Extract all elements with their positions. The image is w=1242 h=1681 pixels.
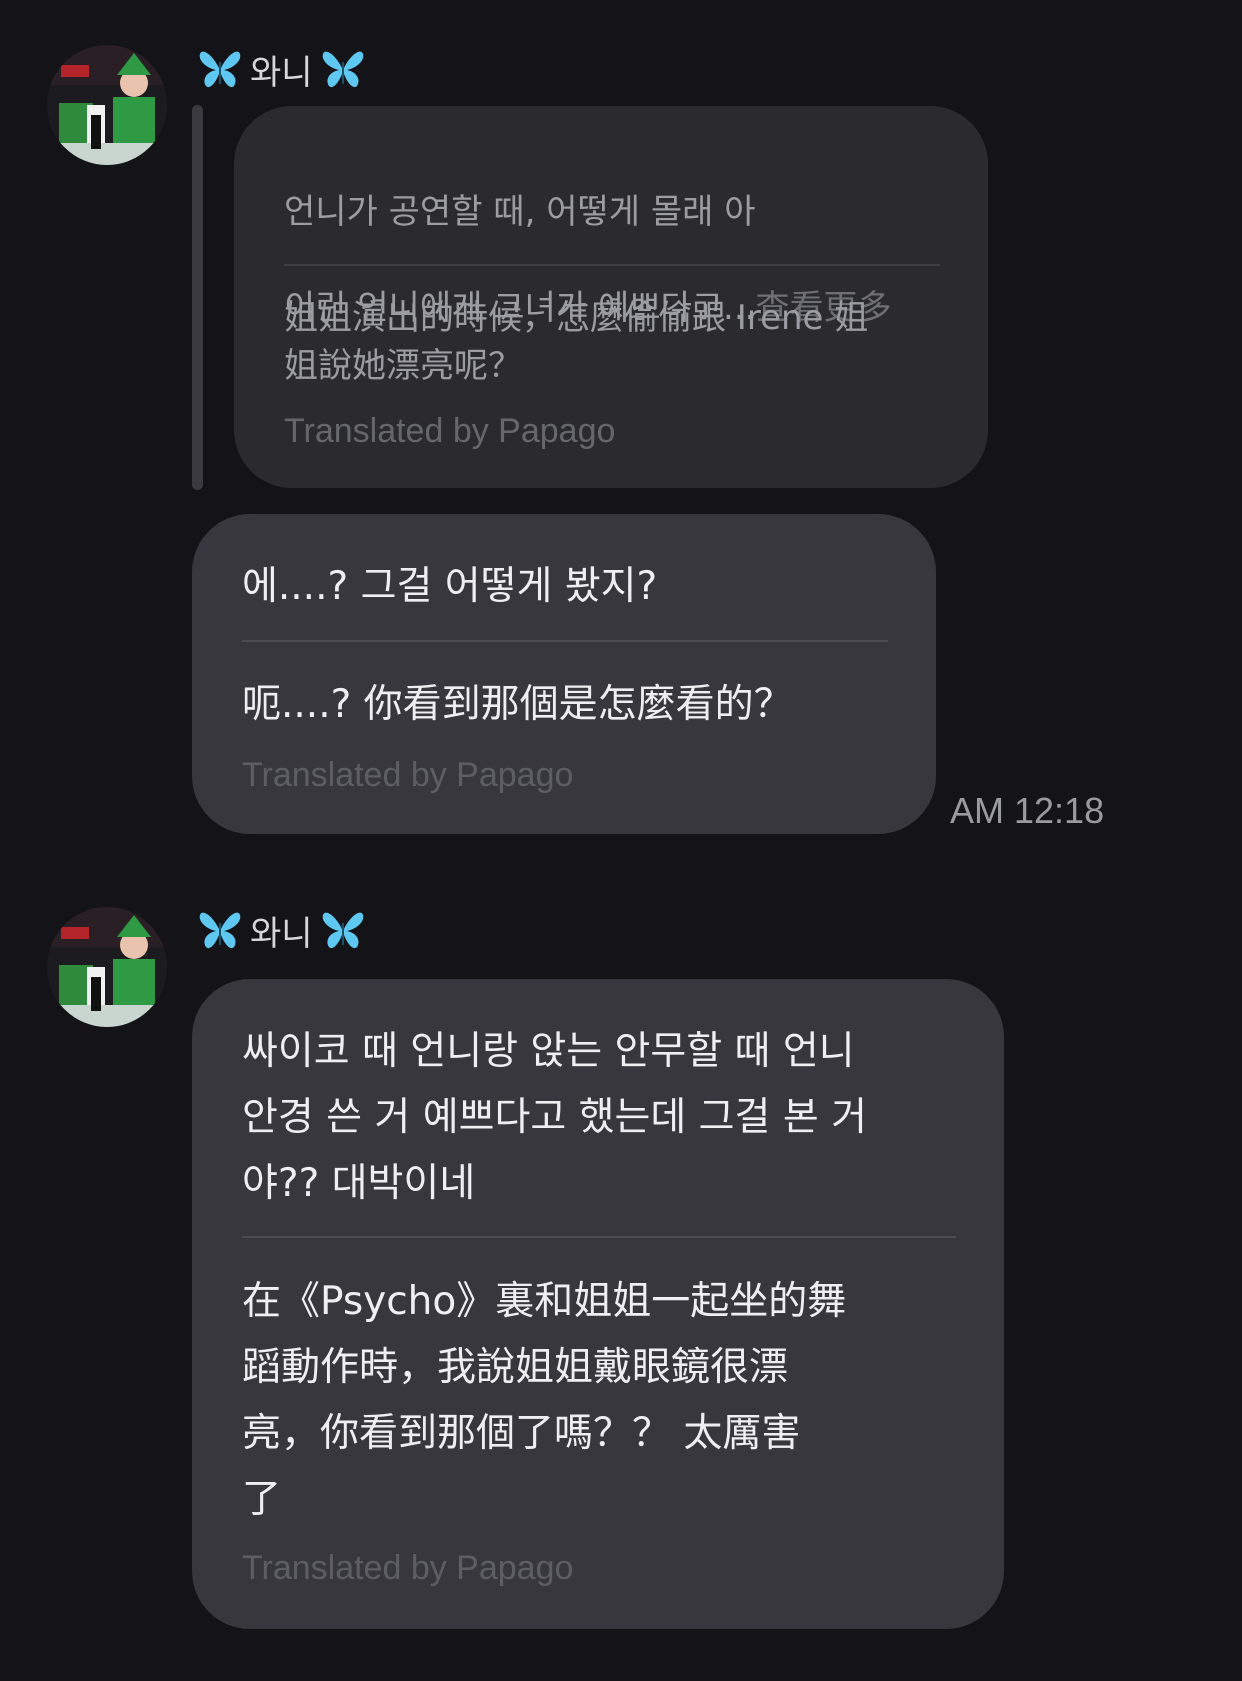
translation-divider: [284, 264, 940, 266]
sender-name: 와니: [250, 913, 313, 954]
message-timestamp: AM 12:18: [950, 790, 1105, 831]
avatar-photo: [47, 45, 167, 165]
quoted-original-line1: 언니가 공연할 때, 어떻게 몰래 아: [284, 192, 756, 232]
translation-divider: [242, 640, 888, 642]
message-original-text: 에....? 그걸 어떻게 봤지?: [242, 564, 658, 609]
butterfly-icon: [322, 912, 363, 949]
translation-credit: Translated by Papago: [242, 1549, 574, 1587]
sender-name: 와니: [250, 52, 313, 93]
butterfly-icon: [322, 51, 363, 88]
quoted-message-bubble[interactable]: 언니가 공연할 때, 어떻게 몰래 아 이린 언니에게 그녀가 예쁘다고...查…: [234, 106, 988, 488]
quoted-translation-text: 姐姐演出的時候，怎麼偷偷跟 Irene 姐 姐說她漂亮呢？: [284, 298, 869, 386]
sender-name-row: 와니: [198, 45, 365, 93]
sender-name-row: 와니: [198, 906, 365, 954]
butterfly-icon: [199, 51, 241, 88]
butterfly-icon: [199, 912, 241, 949]
sender-avatar[interactable]: [47, 45, 167, 165]
sender-avatar[interactable]: [47, 907, 167, 1027]
avatar-photo: [47, 907, 167, 1027]
message-translation-text: 在《Psycho》裏和姐姐一起坐的舞 蹈動作時，我說姐姐戴眼鏡很漂 亮，你看到那…: [242, 1279, 847, 1522]
translation-credit: Translated by Papago: [242, 756, 574, 794]
reply-quote-bar: [192, 105, 203, 490]
translation-credit: Translated by Papago: [284, 412, 616, 450]
message-translation-text: 呃....? 你看到那個是怎麼看的？: [242, 682, 793, 727]
message-bubble[interactable]: 에....? 그걸 어떻게 봤지? 呃....? 你看到那個是怎麼看的？ Tra…: [192, 514, 936, 834]
message-original-text: 싸이코 때 언니랑 앉는 안무할 때 언니 안경 쓴 거 예쁘다고 했는데 그걸…: [242, 1029, 867, 1206]
message-bubble[interactable]: 싸이코 때 언니랑 앉는 안무할 때 언니 안경 쓴 거 예쁘다고 했는데 그걸…: [192, 979, 1004, 1629]
translation-divider: [242, 1236, 956, 1238]
